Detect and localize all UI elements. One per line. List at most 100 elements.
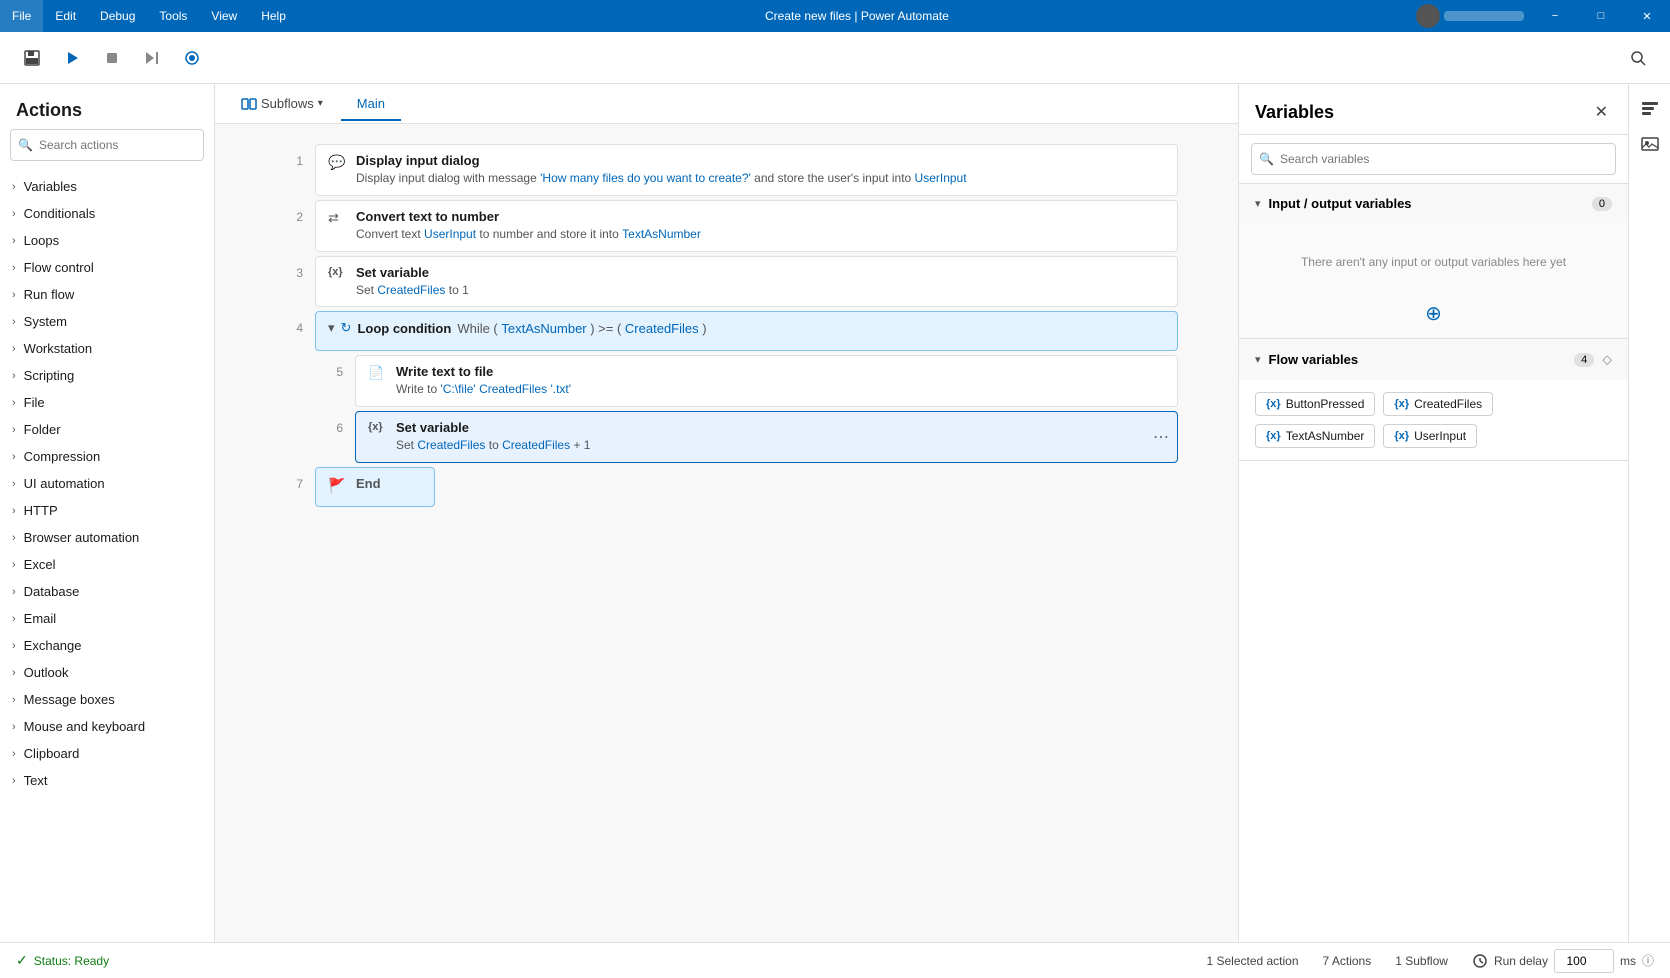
run-delay-input[interactable] xyxy=(1554,949,1614,973)
indented-steps: 5 📄 Write text to file Write to 'C:\file… xyxy=(275,355,1178,463)
step-title-6: Set variable xyxy=(396,420,1165,435)
flow-tabs: Subflows ▾ Main xyxy=(215,84,1238,124)
action-group-http[interactable]: ›HTTP xyxy=(0,497,214,524)
action-group-workstation[interactable]: ›Workstation xyxy=(0,335,214,362)
menu-edit[interactable]: Edit xyxy=(43,0,88,32)
flow-step-3: 3 {x} Set variable Set CreatedFiles to 1 xyxy=(275,256,1178,308)
step-card-2[interactable]: ⇄ Convert text to number Convert text Us… xyxy=(315,200,1178,252)
action-group-chevron-icon: › xyxy=(12,343,16,355)
loop-collapse-icon[interactable]: ▾ xyxy=(328,320,335,336)
next-step-button[interactable] xyxy=(136,42,168,74)
username-blur xyxy=(1444,11,1524,21)
menu-view[interactable]: View xyxy=(199,0,249,32)
subflows-button[interactable]: Subflows ▾ xyxy=(231,92,333,116)
close-button[interactable]: ✕ xyxy=(1624,0,1670,32)
set-var-icon-6: {x} xyxy=(368,420,386,433)
action-group-folder[interactable]: ›Folder xyxy=(0,416,214,443)
action-group-compression[interactable]: ›Compression xyxy=(0,443,214,470)
step-card-7-end[interactable]: 🚩 End xyxy=(315,467,435,507)
stop-button[interactable] xyxy=(96,42,128,74)
subflows-icon xyxy=(241,96,257,112)
flow-canvas: 1 💬 Display input dialog Display input d… xyxy=(215,124,1238,942)
action-group-variables[interactable]: ›Variables xyxy=(0,173,214,200)
step-title-3: Set variable xyxy=(356,265,1165,280)
step-number-3: 3 xyxy=(275,256,315,280)
menu-debug[interactable]: Debug xyxy=(88,0,147,32)
var-section-flow-title: Flow variables xyxy=(1269,352,1569,367)
step-card-4-loop[interactable]: ▾ ↻ Loop condition While ( TextAsNumber … xyxy=(315,311,1178,351)
save-button[interactable] xyxy=(16,42,48,74)
action-group-message-boxes[interactable]: ›Message boxes xyxy=(0,686,214,713)
flow-step-7: 7 🚩 End xyxy=(275,467,1178,507)
step-number-4: 4 xyxy=(275,311,315,335)
step-number-7: 7 xyxy=(275,467,315,491)
loop-var2: CreatedFiles xyxy=(625,321,699,336)
run-delay-label: Run delay xyxy=(1494,954,1548,968)
title-bar: File Edit Debug Tools View Help Create n… xyxy=(0,0,1670,32)
action-group-run-flow[interactable]: ›Run flow xyxy=(0,281,214,308)
dialog-icon: 💬 xyxy=(328,153,346,171)
minimize-button[interactable]: − xyxy=(1532,0,1578,32)
search-button[interactable] xyxy=(1622,42,1654,74)
action-group-text[interactable]: ›Text xyxy=(0,767,214,794)
action-group-ui-automation[interactable]: ›UI automation xyxy=(0,470,214,497)
step-more-button-6[interactable]: ⋯ xyxy=(1153,427,1169,447)
action-group-file[interactable]: ›File xyxy=(0,389,214,416)
action-group-database[interactable]: ›Database xyxy=(0,578,214,605)
action-group-outlook[interactable]: ›Outlook xyxy=(0,659,214,686)
run-delay-group: Run delay ms ⓘ xyxy=(1472,949,1654,973)
var-section-flow-header[interactable]: ▾ Flow variables 4 ⬦ xyxy=(1239,339,1628,380)
menu-tools[interactable]: Tools xyxy=(147,0,199,32)
step-card-1[interactable]: 💬 Display input dialog Display input dia… xyxy=(315,144,1178,196)
action-group-loops[interactable]: ›Loops xyxy=(0,227,214,254)
actions-search-input[interactable] xyxy=(10,129,204,161)
var-chip-createdfiles[interactable]: {x}CreatedFiles xyxy=(1383,392,1493,416)
variables-search-input[interactable] xyxy=(1251,143,1616,175)
action-group-conditionals[interactable]: ›Conditionals xyxy=(0,200,214,227)
step-desc-mid-2: to number and store it into xyxy=(479,227,622,241)
menu-help[interactable]: Help xyxy=(249,0,298,32)
step-desc-var1-3: CreatedFiles xyxy=(377,283,445,297)
step-desc-val-3: 1 xyxy=(462,283,469,297)
var-section-io-body: There aren't any input or output variabl… xyxy=(1239,223,1628,338)
step-card-6[interactable]: {x} Set variable Set CreatedFiles to Cre… xyxy=(355,411,1178,463)
run-delay-info-icon[interactable]: ⓘ xyxy=(1642,952,1654,969)
var-add-button[interactable]: ⊕ xyxy=(1255,301,1612,326)
step-card-3[interactable]: {x} Set variable Set CreatedFiles to 1 xyxy=(315,256,1178,308)
var-chip-buttonpressed[interactable]: {x}ButtonPressed xyxy=(1255,392,1375,416)
var-section-flow-chevron-icon: ▾ xyxy=(1255,353,1261,366)
var-chip-label: TextAsNumber xyxy=(1286,429,1365,443)
step-card-5[interactable]: 📄 Write text to file Write to 'C:\file' … xyxy=(355,355,1178,407)
action-group-scripting[interactable]: ›Scripting xyxy=(0,362,214,389)
var-chip-label: UserInput xyxy=(1414,429,1466,443)
step-desc-var1-2: UserInput xyxy=(424,227,476,241)
action-group-flow-control[interactable]: ›Flow control xyxy=(0,254,214,281)
flow-step-2: 2 ⇄ Convert text to number Convert text … xyxy=(275,200,1178,252)
action-group-mouse-and-keyboard[interactable]: ›Mouse and keyboard xyxy=(0,713,214,740)
var-chip-userinput[interactable]: {x}UserInput xyxy=(1383,424,1477,448)
action-group-chevron-icon: › xyxy=(12,721,16,733)
maximize-button[interactable]: □ xyxy=(1578,0,1624,32)
step-desc-5: Write to 'C:\file' CreatedFiles '.txt' xyxy=(396,381,1165,398)
run-button[interactable] xyxy=(56,42,88,74)
var-section-filter-icon[interactable]: ⬦ xyxy=(1602,351,1612,368)
var-section-io-header[interactable]: ▾ Input / output variables 0 xyxy=(1239,184,1628,223)
tab-main[interactable]: Main xyxy=(341,88,401,121)
action-group-chevron-icon: › xyxy=(12,397,16,409)
action-group-browser-automation[interactable]: ›Browser automation xyxy=(0,524,214,551)
action-group-chevron-icon: › xyxy=(12,478,16,490)
step-desc-message-1: 'How many files do you want to create?' xyxy=(540,171,751,185)
record-button[interactable] xyxy=(176,42,208,74)
action-group-clipboard[interactable]: ›Clipboard xyxy=(0,740,214,767)
menu-file[interactable]: File xyxy=(0,0,43,32)
side-variables-icon[interactable] xyxy=(1634,92,1666,124)
action-group-excel[interactable]: ›Excel xyxy=(0,551,214,578)
total-actions-count: 7 Actions xyxy=(1323,954,1372,968)
var-chip-textasnumber[interactable]: {x}TextAsNumber xyxy=(1255,424,1375,448)
action-group-system[interactable]: ›System xyxy=(0,308,214,335)
action-group-email[interactable]: ›Email xyxy=(0,605,214,632)
side-images-icon[interactable] xyxy=(1634,128,1666,160)
action-group-exchange[interactable]: ›Exchange xyxy=(0,632,214,659)
variables-close-button[interactable]: ✕ xyxy=(1591,98,1612,126)
var-chip-label: CreatedFiles xyxy=(1414,397,1482,411)
